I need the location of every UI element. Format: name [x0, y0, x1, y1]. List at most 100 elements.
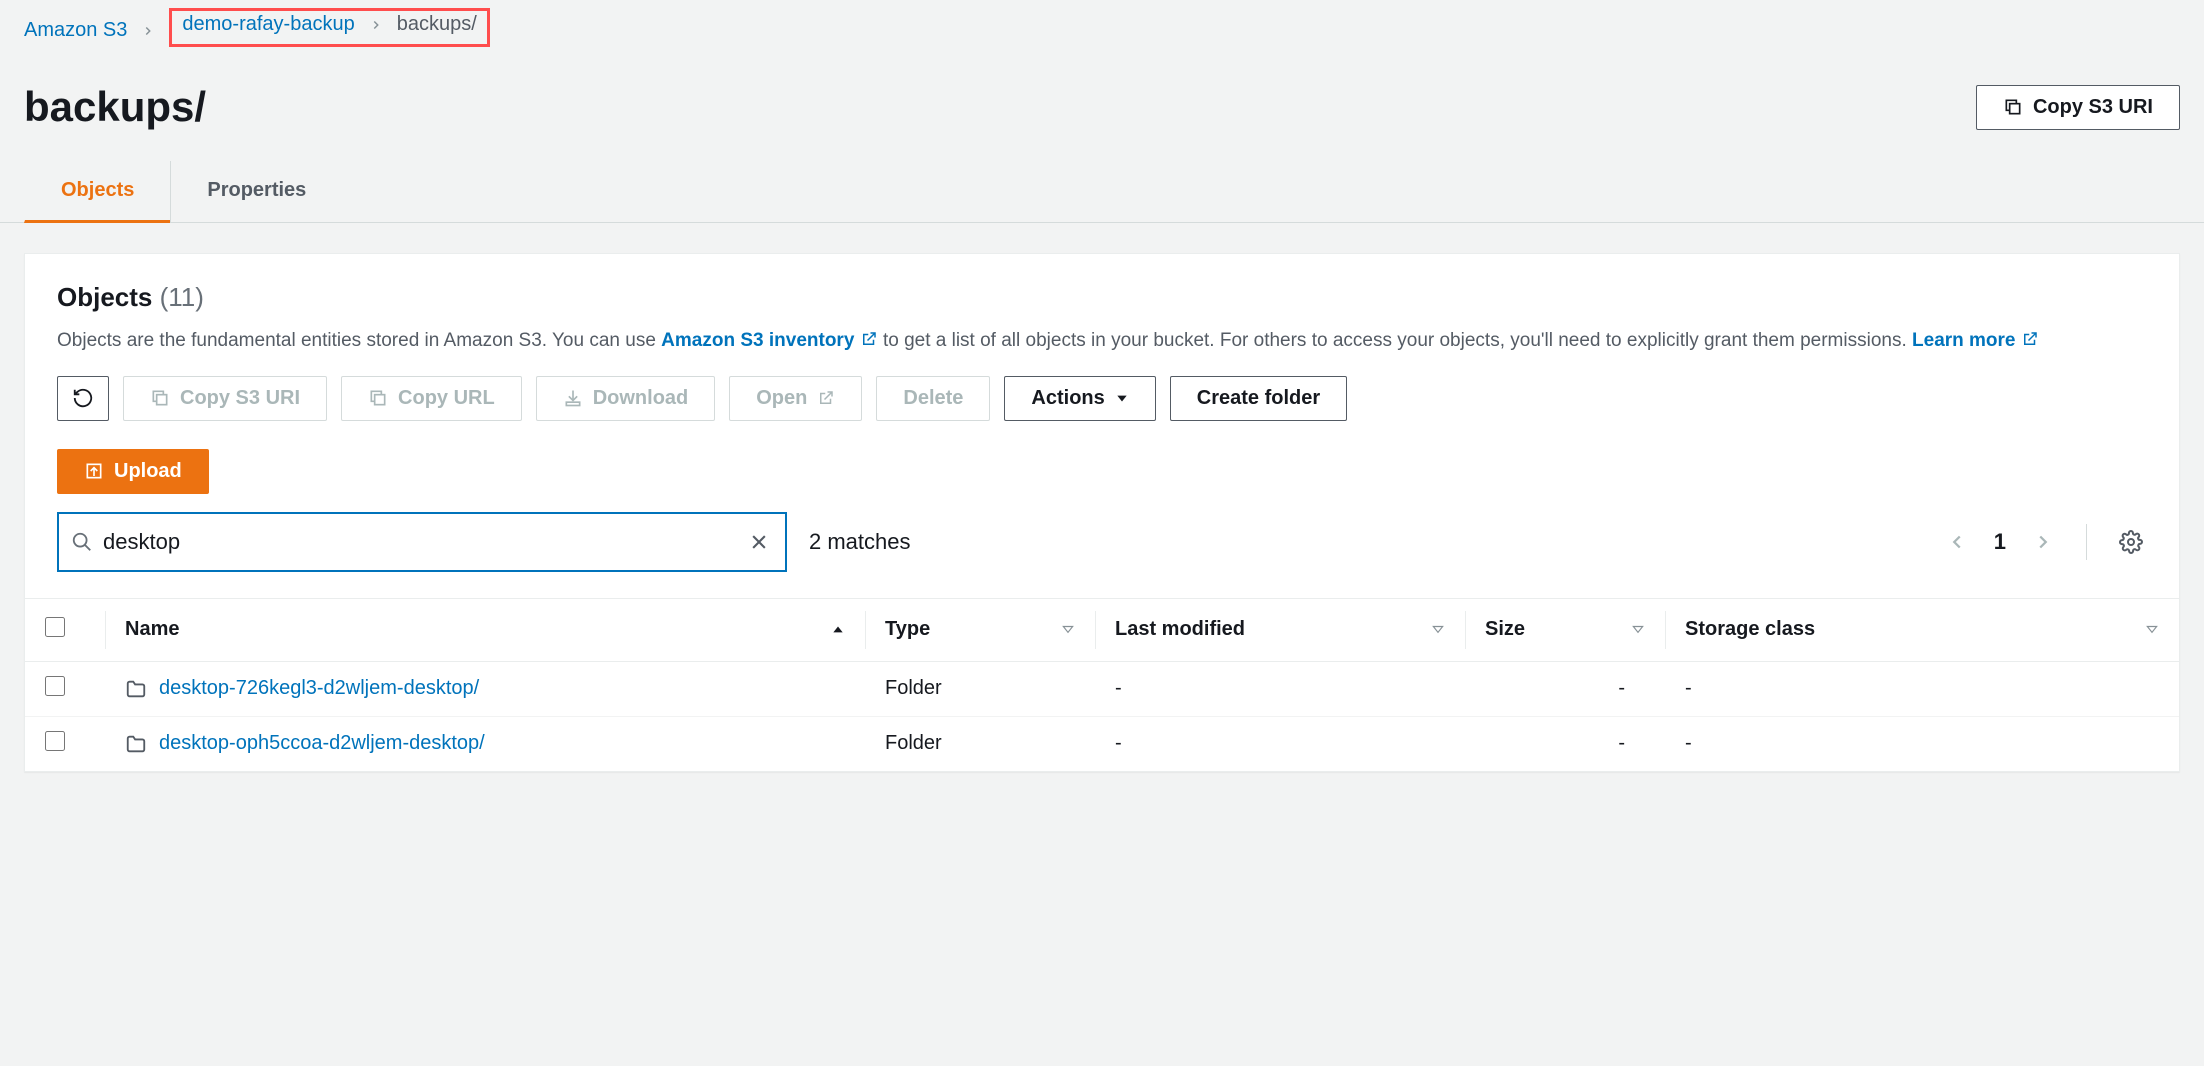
caret-down-icon [1115, 391, 1129, 405]
objects-table: Name Type Last [25, 598, 2179, 771]
copy-icon [150, 388, 170, 408]
col-type[interactable]: Type [865, 598, 1095, 661]
breadcrumb: Amazon S3 demo-rafay-backup backups/ [0, 0, 2204, 57]
page-number: 1 [1994, 529, 2006, 555]
panel-heading: Objects (11) [57, 282, 2147, 313]
clear-search-button[interactable] [745, 528, 773, 556]
col-type-label: Type [885, 618, 930, 641]
delete-label: Delete [903, 387, 963, 410]
panel-description: Objects are the fundamental entities sto… [57, 327, 2147, 356]
breadcrumb-bucket[interactable]: demo-rafay-backup [182, 13, 354, 36]
copy-s3-uri-button-small[interactable]: Copy S3 URI [123, 376, 327, 421]
external-link-icon [817, 389, 835, 407]
col-storage-class[interactable]: Storage class [1665, 598, 2179, 661]
create-folder-button[interactable]: Create folder [1170, 376, 1347, 421]
tab-properties[interactable]: Properties [170, 161, 342, 222]
inventory-link[interactable]: Amazon S3 inventory [661, 330, 883, 351]
folder-icon [125, 733, 147, 755]
refresh-icon [72, 387, 94, 409]
table-row: desktop-oph5ccoa-d2wljem-desktop/ Folder… [25, 716, 2179, 771]
upload-button[interactable]: Upload [57, 449, 209, 494]
filter-icon [1431, 623, 1445, 637]
cell-storage-class: - [1665, 716, 2179, 771]
col-last-modified-label: Last modified [1115, 618, 1245, 641]
panel-heading-text: Objects [57, 282, 152, 312]
filter-icon [2145, 623, 2159, 637]
tabs: Objects Properties [0, 161, 2204, 223]
next-page-button[interactable] [2028, 527, 2058, 557]
page-title: backups/ [24, 83, 206, 131]
tab-objects[interactable]: Objects [24, 161, 170, 223]
panel-heading-count: (11) [160, 282, 204, 312]
object-name-link[interactable]: desktop-oph5ccoa-d2wljem-desktop/ [159, 732, 485, 755]
copy-s3-uri-small-label: Copy S3 URI [180, 387, 300, 410]
copy-url-button[interactable]: Copy URL [341, 376, 522, 421]
objects-panel: Objects (11) Objects are the fundamental… [24, 253, 2180, 772]
breadcrumb-root[interactable]: Amazon S3 [24, 19, 127, 42]
open-button[interactable]: Open [729, 376, 862, 421]
cell-size: - [1465, 661, 1665, 716]
cell-type: Folder [865, 716, 1095, 771]
download-icon [563, 388, 583, 408]
upload-icon [84, 461, 104, 481]
breadcrumb-current: backups/ [397, 13, 477, 36]
search-box [57, 512, 787, 572]
upload-label: Upload [114, 460, 182, 483]
chevron-right-icon [2032, 531, 2054, 553]
col-name-label: Name [125, 618, 179, 641]
row-checkbox[interactable] [45, 676, 65, 696]
col-last-modified[interactable]: Last modified [1095, 598, 1465, 661]
search-icon [71, 531, 93, 553]
cell-size: - [1465, 716, 1665, 771]
actions-label: Actions [1031, 387, 1104, 410]
actions-dropdown[interactable]: Actions [1004, 376, 1155, 421]
open-label: Open [756, 387, 807, 410]
col-size-label: Size [1485, 618, 1525, 641]
table-header-row: Name Type Last [25, 598, 2179, 661]
panel-desc-mid: to get a list of all objects in your buc… [883, 330, 1912, 351]
chevron-left-icon [1946, 531, 1968, 553]
panel-desc-prefix: Objects are the fundamental entities sto… [57, 330, 661, 351]
cell-storage-class: - [1665, 661, 2179, 716]
learn-more-label: Learn more [1912, 330, 2015, 351]
breadcrumb-highlight: demo-rafay-backup backups/ [169, 8, 489, 47]
col-size[interactable]: Size [1465, 598, 1665, 661]
title-row: backups/ Copy S3 URI [0, 57, 2204, 161]
gear-icon [2119, 530, 2143, 554]
copy-icon [2003, 97, 2023, 117]
create-folder-label: Create folder [1197, 387, 1320, 410]
external-link-icon [860, 330, 878, 348]
chevron-right-icon [141, 24, 155, 38]
row-checkbox[interactable] [45, 731, 65, 751]
chevron-right-icon [369, 18, 383, 32]
pagination: 1 [1942, 524, 2147, 560]
search-row: 2 matches 1 [57, 512, 2147, 590]
col-name[interactable]: Name [105, 598, 865, 661]
col-storage-class-label: Storage class [1685, 618, 1815, 641]
prev-page-button[interactable] [1942, 527, 1972, 557]
search-input[interactable] [93, 529, 745, 555]
filter-icon [1061, 623, 1075, 637]
object-name-link[interactable]: desktop-726kegl3-d2wljem-desktop/ [159, 677, 479, 700]
select-all-checkbox[interactable] [45, 617, 65, 637]
inventory-link-label: Amazon S3 inventory [661, 330, 854, 351]
toolbar: Copy S3 URI Copy URL Download Open [57, 376, 2147, 494]
refresh-button[interactable] [57, 376, 109, 421]
folder-icon [125, 678, 147, 700]
download-button[interactable]: Download [536, 376, 716, 421]
copy-s3-uri-button[interactable]: Copy S3 URI [1976, 85, 2180, 130]
search-matches: 2 matches [809, 529, 911, 555]
divider [2086, 524, 2087, 560]
external-link-icon [2021, 330, 2039, 348]
cell-last-modified: - [1095, 716, 1465, 771]
delete-button[interactable]: Delete [876, 376, 990, 421]
close-icon [749, 532, 769, 552]
copy-icon [368, 388, 388, 408]
settings-button[interactable] [2115, 526, 2147, 558]
copy-s3-uri-label: Copy S3 URI [2033, 96, 2153, 119]
cell-last-modified: - [1095, 661, 1465, 716]
learn-more-link[interactable]: Learn more [1912, 330, 2039, 351]
copy-url-label: Copy URL [398, 387, 495, 410]
sort-asc-icon [831, 623, 845, 637]
filter-icon [1631, 623, 1645, 637]
